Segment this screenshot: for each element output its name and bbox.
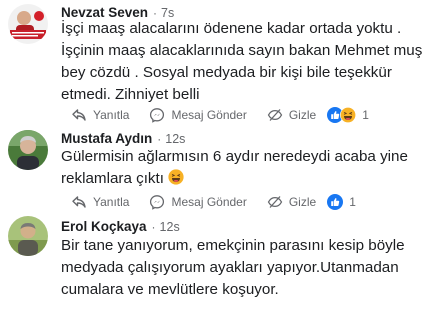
- hide-button[interactable]: Gizle: [267, 107, 316, 123]
- avatar[interactable]: [8, 4, 48, 44]
- hide-button[interactable]: Gizle: [267, 194, 316, 210]
- reaction-count: 1: [349, 195, 356, 209]
- messenger-icon: [150, 108, 165, 123]
- separator-dot: ·: [157, 132, 162, 146]
- like-icon: [327, 194, 344, 210]
- author-name[interactable]: Mustafa Aydın: [61, 131, 152, 146]
- avatar-image: [8, 130, 48, 170]
- avatar[interactable]: [8, 216, 48, 256]
- haha-icon: [340, 107, 357, 123]
- hide-eye-icon: [267, 109, 283, 121]
- comment-timestamp[interactable]: 12s: [165, 132, 185, 146]
- comment-actions: Yanıtla Mesaj Gönder Gizle 1: [71, 193, 356, 211]
- comment-text: Gülermisin ağlarmısın 6 aydır neredeydi …: [61, 146, 439, 190]
- laughing-emoji: [168, 169, 184, 185]
- reaction-count: 1: [362, 108, 369, 122]
- send-message-button[interactable]: Mesaj Gönder: [149, 107, 247, 123]
- reply-icon: [72, 109, 86, 121]
- send-message-label: Mesaj Gönder: [171, 195, 247, 209]
- author-name[interactable]: Erol Koçkaya: [61, 219, 147, 234]
- reaction-summary[interactable]: 1: [327, 107, 369, 123]
- messenger-icon: [150, 195, 165, 210]
- avatar-image: [8, 4, 48, 44]
- comment-text: Bir tane yanıyorum, emekçinin parasını k…: [61, 237, 405, 298]
- comment-actions: Yanıtla Mesaj Gönder Gizle 1: [71, 106, 369, 124]
- avatar-image: [8, 216, 48, 256]
- avatar[interactable]: [8, 130, 48, 170]
- hide-label: Gizle: [288, 195, 317, 209]
- send-message-button[interactable]: Mesaj Gönder: [149, 194, 247, 210]
- hide-eye-icon: [267, 196, 283, 208]
- reply-button[interactable]: Yanıtla: [71, 194, 129, 210]
- send-message-label: Mesaj Gönder: [171, 108, 247, 122]
- hide-label: Gizle: [288, 108, 317, 122]
- comment-text: İşçi maaş alacalarını ödenene kadar orta…: [61, 20, 423, 103]
- reply-label: Yanıtla: [93, 108, 130, 122]
- comment-timestamp[interactable]: 12s: [160, 220, 180, 234]
- reply-label: Yanıtla: [93, 195, 130, 209]
- reply-icon: [72, 196, 86, 208]
- reaction-summary[interactable]: 1: [327, 194, 356, 210]
- reply-button[interactable]: Yanıtla: [71, 107, 129, 123]
- separator-dot: ·: [151, 220, 156, 234]
- comment-text-content: Gülermisin ağlarmısın 6 aydır neredeydi …: [61, 148, 408, 187]
